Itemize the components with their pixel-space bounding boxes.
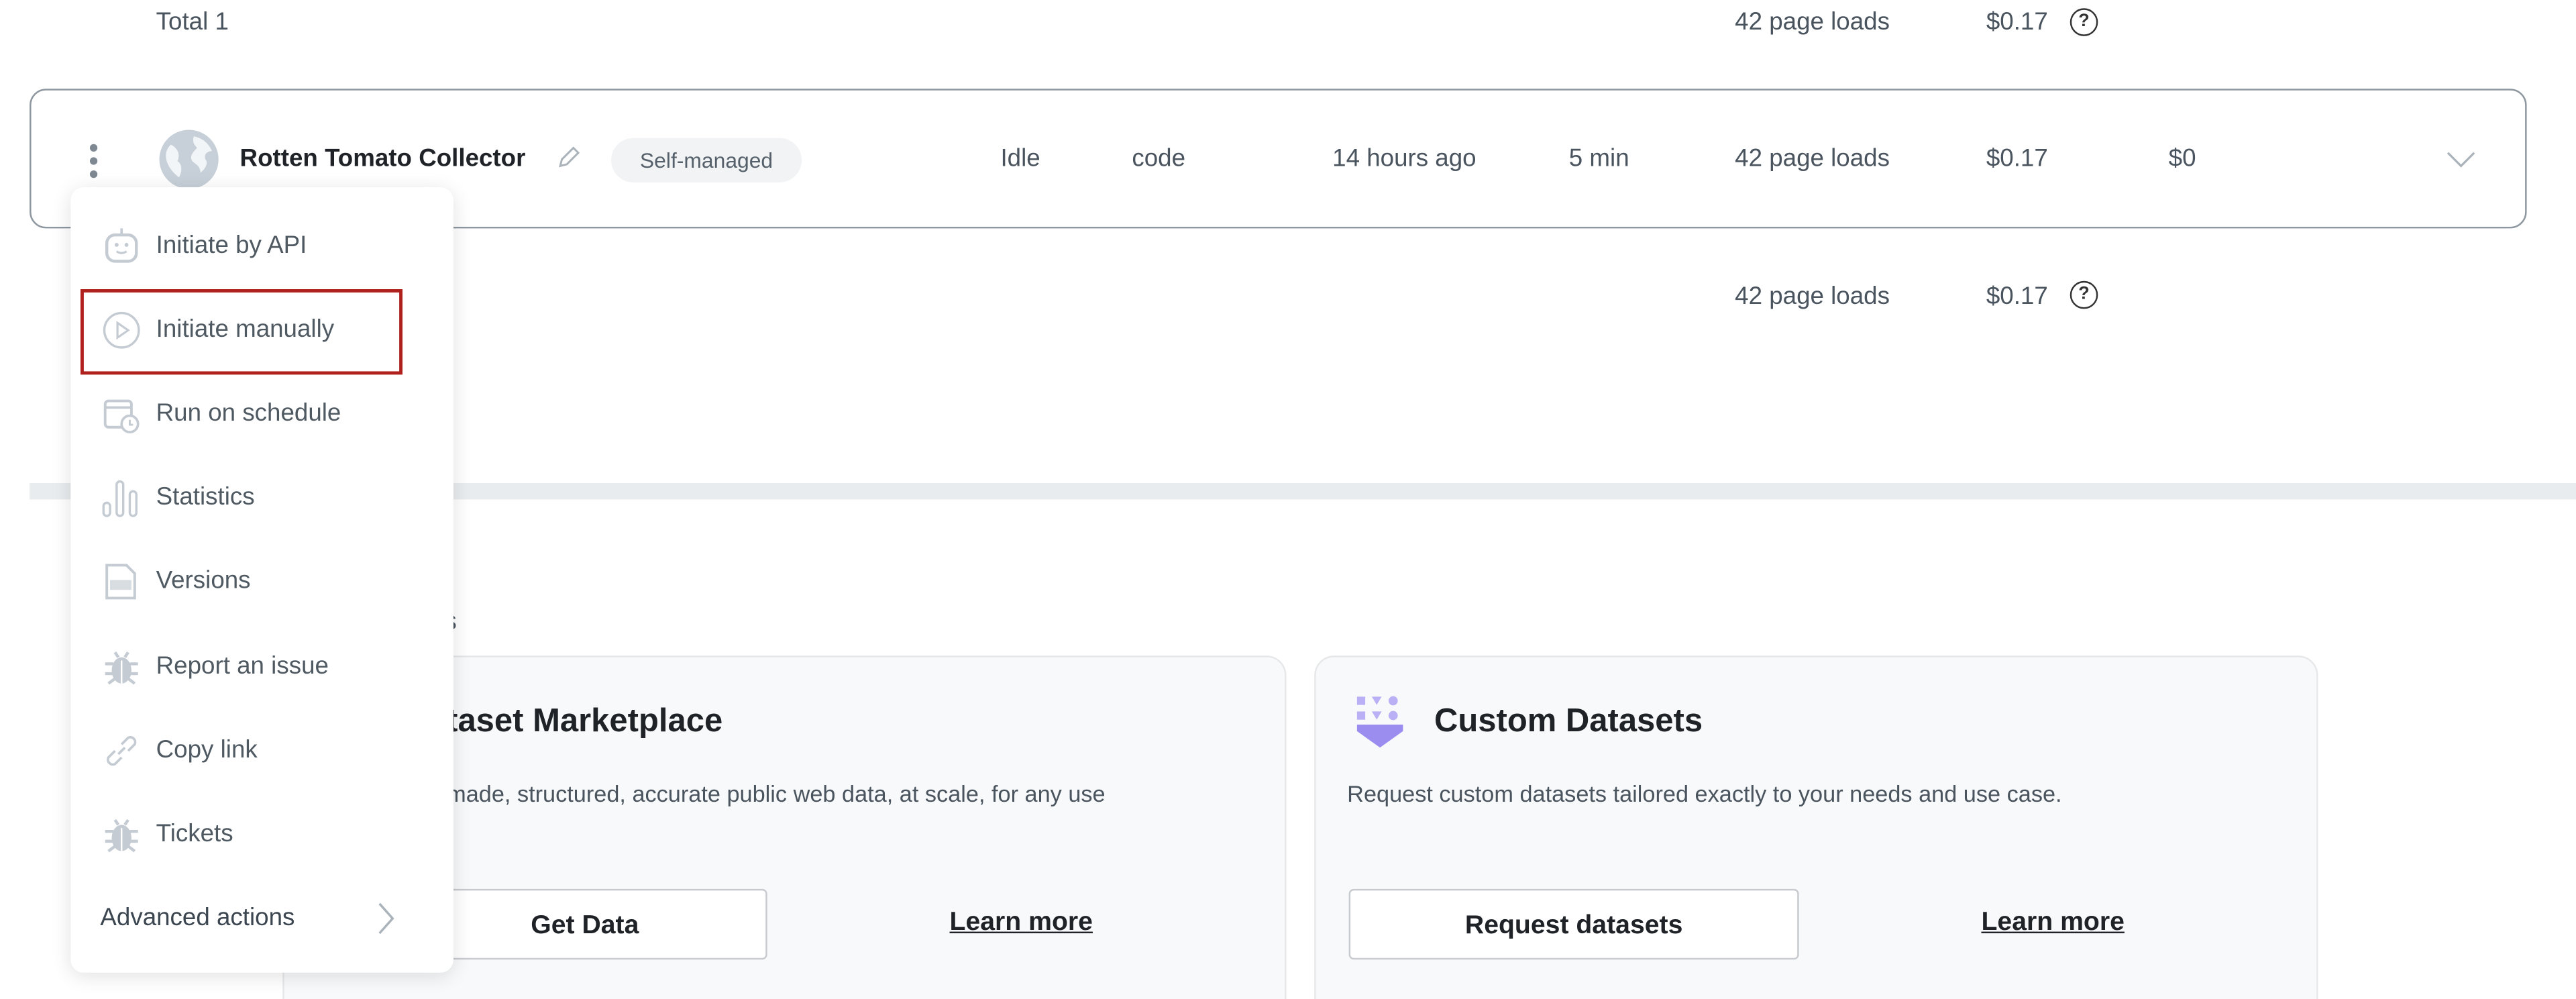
- menu-item-report-an-issue[interactable]: Report an issue: [70, 634, 453, 700]
- menu-item-label: Versions: [156, 566, 251, 595]
- get-data-button[interactable]: Get Data: [402, 888, 767, 960]
- help-icon[interactable]: ?: [2070, 280, 2098, 309]
- calendar-clock-icon: [102, 395, 142, 434]
- summary-page-loads: 42 page loads: [1735, 282, 1890, 311]
- menu-item-advanced-actions[interactable]: Advanced actions: [70, 886, 453, 951]
- bug-icon: [102, 815, 142, 855]
- menu-item-copy-link[interactable]: Copy link: [70, 718, 453, 784]
- menu-item-versions[interactable]: Versions: [70, 549, 453, 615]
- custom-datasets-icon: [1355, 695, 1404, 757]
- collector-type: code: [1132, 144, 1186, 173]
- kebab-menu-icon[interactable]: [82, 142, 105, 181]
- collector-name[interactable]: Rotten Tomato Collector: [240, 145, 526, 173]
- highlight-box: [80, 289, 403, 375]
- chevron-right-icon: [376, 900, 396, 945]
- menu-item-label: Tickets: [156, 820, 233, 848]
- log-file-icon: [102, 562, 142, 602]
- link-icon: [102, 731, 142, 771]
- card-title: Custom Datasets: [1434, 703, 1703, 740]
- menu-item-label: Initiate by API: [156, 231, 307, 260]
- total-cost: $0.17: [1986, 8, 2048, 36]
- request-datasets-button[interactable]: Request datasets: [1348, 888, 1799, 960]
- summary-cost: $0.17: [1986, 282, 2048, 311]
- learn-more-link[interactable]: Learn more: [1981, 908, 2124, 938]
- menu-item-label: Run on schedule: [156, 399, 341, 427]
- duration: 5 min: [1568, 144, 1629, 173]
- total-page-loads: 42 page loads: [1735, 8, 1890, 36]
- card-description: Request custom datasets tailored exactly…: [1347, 780, 2062, 807]
- chevron-down-icon[interactable]: [2445, 148, 2477, 177]
- menu-item-statistics[interactable]: Statistics: [70, 465, 453, 531]
- card-title: taset Marketplace: [447, 703, 723, 740]
- bug-icon: [102, 647, 142, 687]
- self-managed-badge: Self-managed: [611, 138, 802, 182]
- row-extra-cost: $0: [2168, 144, 2196, 173]
- menu-item-label: Advanced actions: [100, 903, 295, 932]
- row-page-loads: 42 page loads: [1735, 144, 1890, 173]
- menu-item-label: Copy link: [156, 736, 258, 764]
- edit-pencil-icon[interactable]: [555, 145, 582, 179]
- bar-chart-icon: [102, 478, 142, 518]
- menu-item-label: Report an issue: [156, 652, 329, 680]
- menu-item-tickets[interactable]: Tickets: [70, 802, 453, 867]
- menu-item-initiate-by-api[interactable]: Initiate by API: [70, 213, 453, 279]
- help-icon[interactable]: ?: [2070, 8, 2098, 36]
- robot-icon: [102, 227, 142, 266]
- menu-item-run-on-schedule[interactable]: Run on schedule: [70, 381, 453, 447]
- row-cost: $0.17: [1986, 144, 2048, 173]
- last-run: 14 hours ago: [1332, 144, 1477, 173]
- status: Idle: [1000, 144, 1040, 173]
- card-description: made, structured, accurate public web da…: [447, 780, 1106, 807]
- learn-more-link[interactable]: Learn more: [950, 908, 1093, 938]
- total-label: Total 1: [156, 8, 229, 36]
- menu-item-label: Statistics: [156, 483, 255, 511]
